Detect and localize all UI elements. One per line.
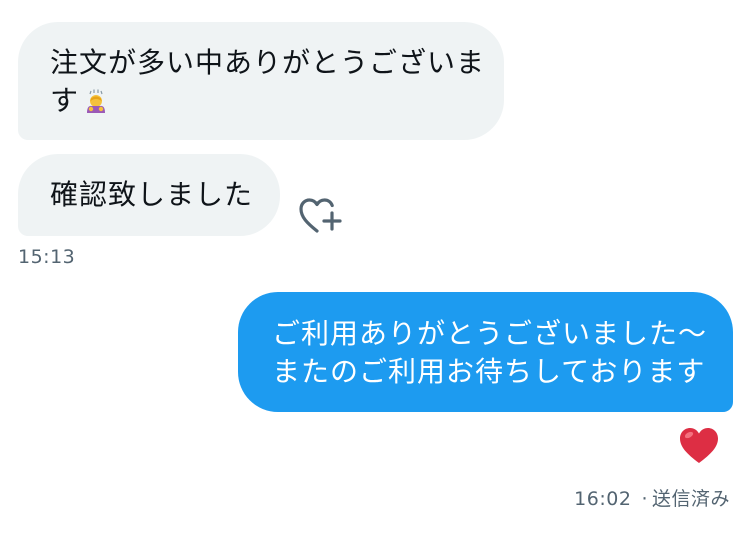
message-text-line: 注文が多い中ありがとうございま [50, 46, 486, 79]
message-timestamp: 16:02 [574, 488, 632, 510]
message-timestamp: 15:13 [18, 246, 76, 268]
message-status: 16:02 · 送信済み [574, 484, 730, 511]
incoming-message-bubble[interactable]: 確認致しました [18, 154, 280, 236]
person-bowing-emoji [87, 89, 106, 113]
message-text-line: またのご利用お待ちしております [272, 355, 706, 388]
status-separator: · [641, 488, 648, 510]
outgoing-message-bubble[interactable]: ご利用ありがとうございました〜 またのご利用お待ちしております [238, 292, 733, 412]
red-heart-emoji[interactable] [678, 426, 720, 466]
message-text-line: す [50, 82, 476, 120]
incoming-message-bubble[interactable]: 注文が多い中ありがとうございま す [18, 22, 504, 140]
message-text-line: 確認致しました [50, 178, 254, 211]
sent-status-label: 送信済み [651, 488, 730, 510]
add-reaction-heart-plus-icon[interactable] [297, 194, 343, 236]
dm-conversation: 注文が多い中ありがとうございま す 確認致しました 15:13 ご利用ありがとう… [0, 0, 750, 534]
message-text-line: ご利用ありがとうございました〜 [272, 317, 708, 350]
